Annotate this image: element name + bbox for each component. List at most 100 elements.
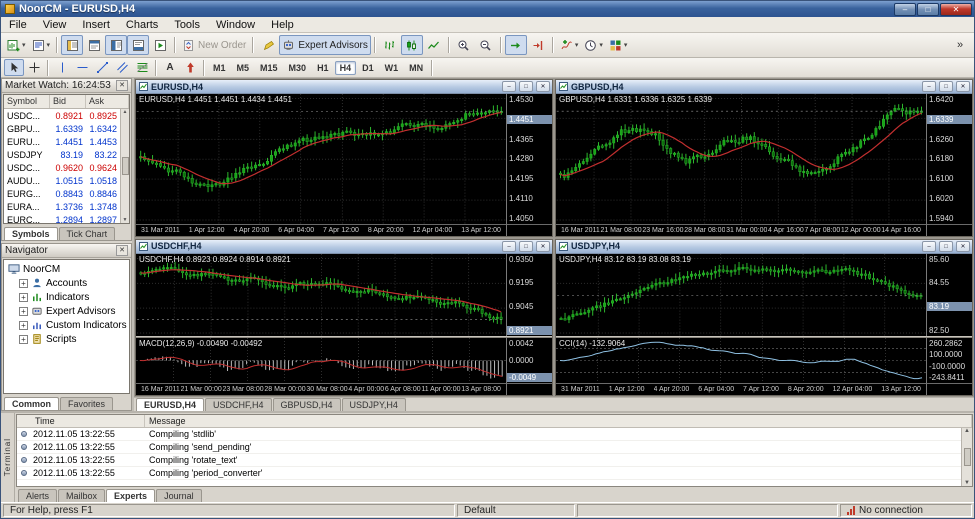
indicator-scale[interactable]: 0.0042 0.0000 -0.0049 <box>506 338 552 383</box>
timeframe-button[interactable]: D1 <box>357 61 379 75</box>
channel-tool-button[interactable] <box>112 59 132 76</box>
navigator-close-icon[interactable]: ✕ <box>116 245 128 256</box>
trendline-tool-button[interactable] <box>92 59 112 76</box>
symbol-row[interactable]: USDC... 0.8921 0.8925 <box>4 109 129 122</box>
time-scale[interactable]: 31 Mar 2011 1 Apr 12:00 4 Apr 20:00 6 Apr 0… <box>136 223 506 236</box>
new-chart-button[interactable]: ▾ <box>4 35 29 55</box>
terminal-toggle-button[interactable] <box>127 35 150 55</box>
log-row[interactable]: 2012.11.05 13:22:55 Compiling 'send_pend… <box>17 441 972 454</box>
tree-item-accounts[interactable]: + Accounts <box>4 276 129 290</box>
tree-item-indicators[interactable]: + Indicators <box>4 290 129 304</box>
market-watch-tab[interactable]: Tick Chart <box>58 227 116 240</box>
terminal-side-caption[interactable]: Terminal <box>1 413 15 502</box>
market-watch-toggle-button[interactable] <box>61 35 84 55</box>
column-time[interactable]: Time <box>31 415 145 427</box>
column-ask[interactable]: Ask <box>86 95 129 108</box>
tree-item-expert-advisors[interactable]: + Expert Advisors <box>4 304 129 318</box>
line-chart-type-button[interactable] <box>423 35 445 55</box>
close-button[interactable]: ✕ <box>940 2 972 16</box>
chart-minimize-button[interactable]: – <box>502 81 516 92</box>
crosshair-tool-button[interactable] <box>24 59 44 76</box>
terminal-tab[interactable]: Mailbox <box>58 489 106 502</box>
zoom-out-button[interactable] <box>475 35 497 55</box>
menu-item[interactable]: Tools <box>166 18 208 32</box>
navigator-header[interactable]: Navigator ✕ <box>2 244 131 258</box>
expand-icon[interactable]: + <box>19 306 28 316</box>
terminal-scrollbar[interactable]: ▲ ▼ <box>961 428 972 486</box>
text-tool-button[interactable]: A <box>160 59 180 76</box>
new-order-button[interactable]: New Order <box>179 35 249 55</box>
scroll-down-icon[interactable]: ▼ <box>964 480 970 486</box>
symbol-row[interactable]: USDJPY 83.19 83.22 <box>4 148 129 161</box>
expand-icon[interactable]: + <box>19 320 28 330</box>
navigator-tab[interactable]: Favorites <box>60 397 114 410</box>
price-scale[interactable]: 0.9350 0.9195 0.9045 0.8921 <box>506 253 552 336</box>
navigator-tab[interactable]: Common <box>4 397 59 410</box>
chart-maximize-button[interactable]: □ <box>519 81 533 92</box>
chart-plot[interactable]: USDCHF,H4 0.8923 0.8924 0.8914 0.8921 <box>136 253 506 336</box>
menu-item[interactable]: File <box>1 18 35 32</box>
chart-titlebar[interactable]: USDCHF,H4 – □ ✕ <box>136 239 552 254</box>
timeframe-button[interactable]: M5 <box>232 61 255 75</box>
market-watch-header[interactable]: Market Watch: 16:24:53 ✕ <box>2 79 131 93</box>
expand-icon[interactable]: + <box>19 292 28 302</box>
expert-advisors-button[interactable]: Expert Advisors <box>279 35 371 55</box>
market-watch-tab[interactable]: Symbols <box>4 227 58 240</box>
auto-scroll-button[interactable] <box>504 35 527 55</box>
arrow-tool-button[interactable] <box>180 59 200 76</box>
chart-close-button[interactable]: ✕ <box>956 240 970 252</box>
scrollbar-thumb[interactable] <box>121 157 129 175</box>
chart-tab[interactable]: USDCHF,H4 <box>205 398 272 411</box>
timeframe-button[interactable]: MN <box>404 61 428 75</box>
time-scale[interactable]: 16 Mar 2011 21 Mar 08:00 23 Mar 16:00 28 Ma… <box>556 223 926 236</box>
symbol-row[interactable]: AUDU... 1.0515 1.0518 <box>4 174 129 187</box>
symbol-row[interactable]: EURG... 0.8843 0.8846 <box>4 187 129 200</box>
macd-subwindow[interactable]: MACD(12,26,9) -0.00490 -0.00492 <box>136 338 506 383</box>
cursor-tool-button[interactable] <box>4 59 24 76</box>
terminal-tab[interactable]: Journal <box>156 489 202 502</box>
scroll-up-icon[interactable]: ▲ <box>964 428 970 434</box>
chart-titlebar[interactable]: GBPUSD,H4 – □ ✕ <box>556 80 972 94</box>
indicators-button[interactable]: ▾ <box>557 35 582 55</box>
scrollbar-thumb[interactable] <box>963 448 971 466</box>
timeframe-button[interactable]: H1 <box>312 61 334 75</box>
tree-item-custom-indicators[interactable]: + Custom Indicators <box>4 318 129 332</box>
timeframe-button[interactable]: W1 <box>380 61 404 75</box>
chart-close-button[interactable]: ✕ <box>536 81 550 92</box>
chart-close-button[interactable]: ✕ <box>536 240 550 252</box>
time-scale[interactable]: 31 Mar 2011 1 Apr 12:00 4 Apr 20:00 6 Apr 0… <box>556 383 926 395</box>
time-scale[interactable]: 16 Mar 2011 21 Mar 00:00 23 Mar 08:00 28 Ma… <box>136 383 506 395</box>
scroll-up-icon[interactable]: ▲ <box>123 109 128 115</box>
log-row[interactable]: 2012.11.05 13:22:55 Compiling 'period_co… <box>17 467 972 480</box>
column-symbol[interactable]: Symbol <box>4 95 50 108</box>
price-scale[interactable]: 1.6420 1.6339 1.6260 1.6180 1.6100 1.6020 1.59… <box>926 94 972 224</box>
chart-tab[interactable]: USDJPY,H4 <box>341 398 406 411</box>
minimize-button[interactable]: – <box>894 2 916 16</box>
maximize-button[interactable]: □ <box>917 2 939 16</box>
log-row[interactable]: 2012.11.05 13:22:55 Compiling 'rotate_te… <box>17 454 972 467</box>
market-watch-close-icon[interactable]: ✕ <box>116 80 128 91</box>
menu-item[interactable]: Charts <box>118 18 166 32</box>
tree-root-noorcm[interactable]: NoorCM <box>4 262 129 276</box>
scroll-down-icon[interactable]: ▼ <box>123 217 128 223</box>
titlebar[interactable]: NoorCM - EURUSD,H4 – □ ✕ <box>1 1 974 17</box>
symbol-row[interactable]: USDC... 0.9620 0.9624 <box>4 161 129 174</box>
terminal-tab[interactable]: Alerts <box>18 489 58 502</box>
chart-shift-button[interactable] <box>527 35 549 55</box>
chart-maximize-button[interactable]: □ <box>939 240 953 252</box>
chart-maximize-button[interactable]: □ <box>939 81 953 92</box>
symbol-row[interactable]: EURU... 1.4451 1.4453 <box>4 135 129 148</box>
data-window-button[interactable] <box>83 35 105 55</box>
chart-maximize-button[interactable]: □ <box>519 240 533 252</box>
symbol-row[interactable]: GBPU... 1.6339 1.6342 <box>4 122 129 135</box>
menu-item[interactable]: Insert <box>74 18 118 32</box>
expand-icon[interactable]: + <box>19 278 28 288</box>
symbol-row[interactable]: EURC... 1.2894 1.2897 <box>4 213 129 224</box>
navigator-toggle-button[interactable] <box>105 35 128 55</box>
toolbar-overflow-button[interactable]: » <box>949 35 971 55</box>
indicator-scale[interactable]: 260.2862 100.0000 -100.0000 -243.8411 <box>926 338 972 383</box>
log-row[interactable]: 2012.11.05 13:22:55 Compiling 'stdlib' <box>17 428 972 441</box>
chart-plot[interactable]: EURUSD,H4 1.4451 1.4451 1.4434 1.4451 <box>136 94 506 224</box>
profiles-button[interactable]: ▾ <box>29 35 54 55</box>
terminal-tab[interactable]: Experts <box>106 489 156 502</box>
